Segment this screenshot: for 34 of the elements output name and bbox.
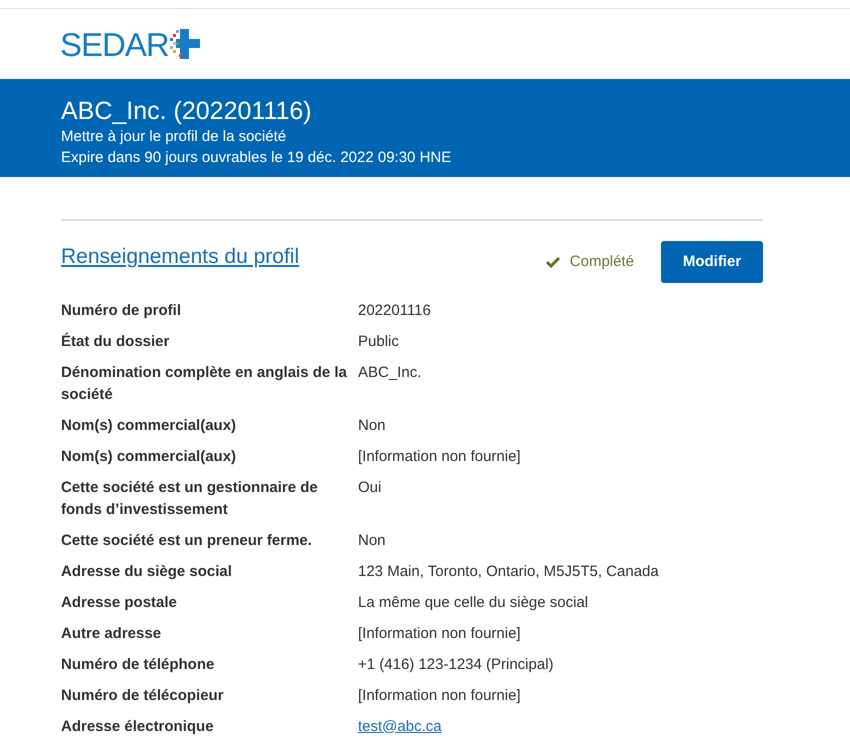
field-value: Non bbox=[358, 416, 386, 436]
field-value: ABC_Inc. bbox=[358, 362, 422, 382]
expiry-text: Expire dans 90 jours ouvrables le 19 déc. 2022 09:30 HNE bbox=[61, 148, 452, 168]
field-value: +1 (416) 123-1234 (Principal) bbox=[358, 654, 554, 674]
field-label: Autre adresse bbox=[61, 624, 162, 644]
field-label: Adresse postale bbox=[61, 592, 178, 612]
field-value: 202201116 bbox=[358, 300, 431, 320]
plus-logo-icon bbox=[170, 29, 200, 59]
page-title: ABC_Inc. (202201116) bbox=[61, 96, 313, 126]
field-label: Adresse du siège social bbox=[61, 562, 233, 582]
field-value: [Information non fournie] bbox=[358, 624, 521, 644]
field-value: [Information non fournie] bbox=[358, 446, 521, 466]
field-value: Public bbox=[358, 332, 399, 352]
field-label: Numéro de téléphone bbox=[61, 654, 216, 674]
field-label: Adresse électronique bbox=[61, 716, 215, 736]
logo-text: SEDAR bbox=[60, 28, 169, 60]
status-text: Complété bbox=[570, 252, 634, 272]
page-subtitle: Mettre à jour le profil de la société bbox=[61, 127, 288, 147]
field-value: [Information non fournie] bbox=[358, 686, 521, 706]
field-label: Numéro de profil bbox=[61, 300, 182, 320]
edit-button[interactable]: Modifier bbox=[661, 241, 763, 283]
field-value: Non bbox=[358, 530, 386, 550]
email-link[interactable]: test@abc.ca bbox=[358, 716, 442, 738]
field-label: État du dossier bbox=[61, 332, 170, 352]
field-label: Nom(s) commercial(aux) bbox=[61, 446, 238, 466]
field-value: La même que celle du siège social bbox=[358, 592, 588, 612]
field-label: Cette société est un gestionnaire de fonds d’investissement bbox=[61, 478, 319, 520]
field-value: Oui bbox=[358, 478, 382, 498]
field-label: Cette société est un preneur ferme. bbox=[61, 530, 313, 550]
section-title-link[interactable]: Renseignements du profil bbox=[61, 241, 546, 273]
field-value: 123 Main, Toronto, Ontario, M5J5T5, Canada bbox=[358, 562, 659, 582]
field-label: Numéro de télécopieur bbox=[61, 686, 225, 706]
field-label: Nom(s) commercial(aux) bbox=[61, 416, 238, 436]
field-label: Dénomination complète en anglais de la société bbox=[61, 362, 348, 404]
